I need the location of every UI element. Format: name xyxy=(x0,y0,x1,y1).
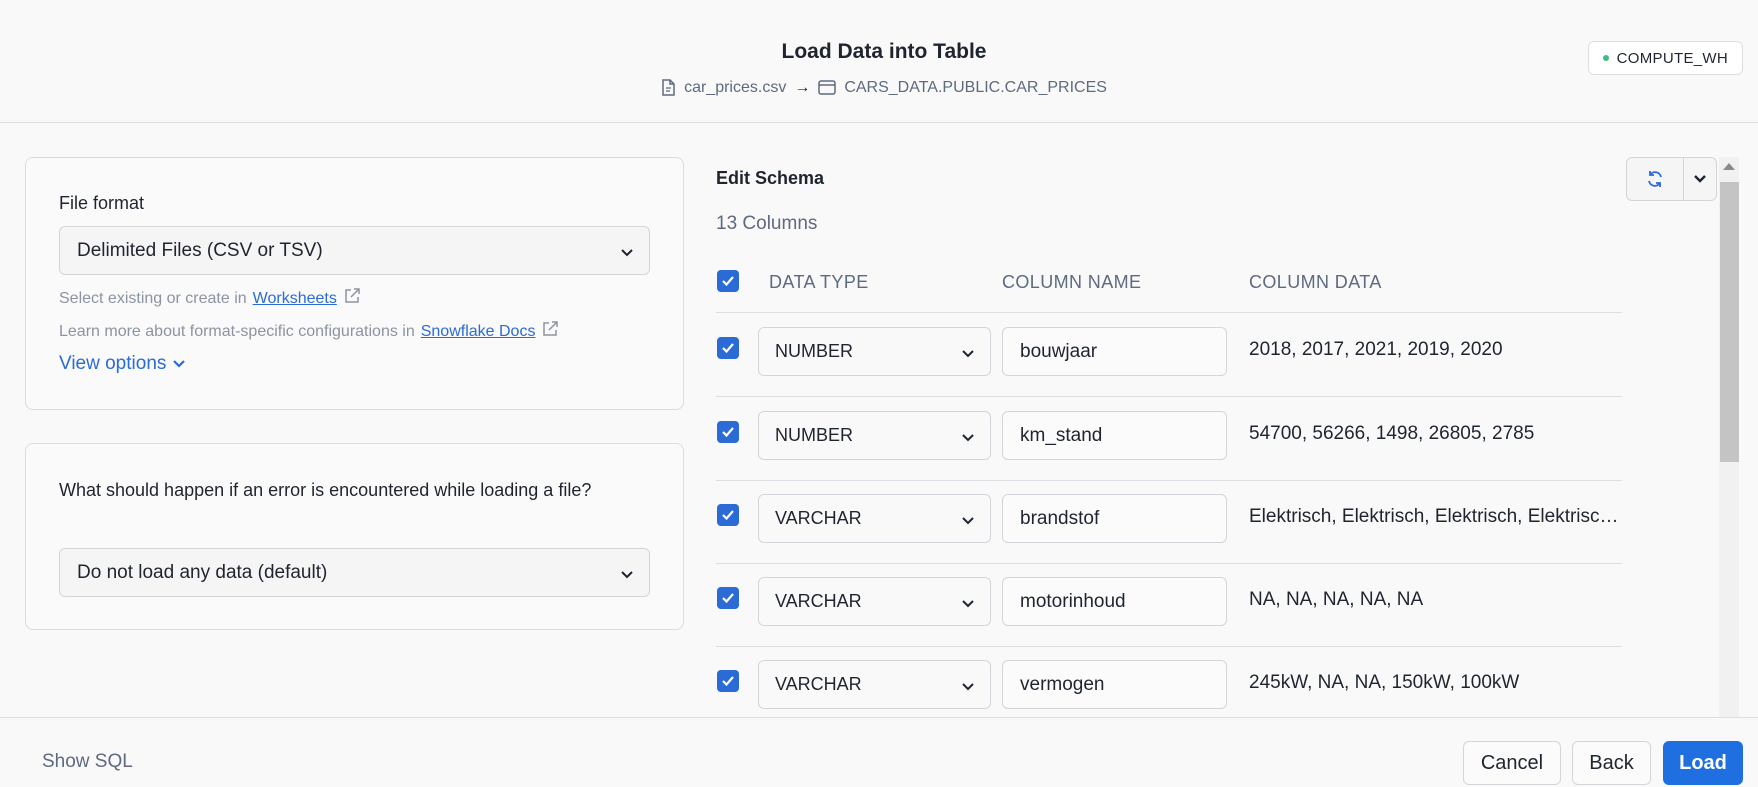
data-type-value: NUMBER xyxy=(775,425,854,445)
header: Load Data into Table car_prices.csv → CA… xyxy=(0,0,1758,123)
error-handling-question: What should happen if an error is encoun… xyxy=(59,480,592,500)
breadcrumb: car_prices.csv → CARS_DATA.PUBLIC.CAR_PR… xyxy=(0,79,1758,97)
column-name-input[interactable]: motorinhoud xyxy=(1002,577,1227,626)
column-name-input[interactable]: km_stand xyxy=(1002,411,1227,460)
row-checkbox[interactable] xyxy=(717,670,739,692)
row-checkbox[interactable] xyxy=(717,337,739,359)
data-type-select[interactable]: VARCHAR xyxy=(758,577,991,626)
refresh-button[interactable] xyxy=(1627,158,1684,200)
refresh-icon xyxy=(1648,171,1662,187)
chevron-down-icon xyxy=(619,565,635,587)
data-type-select[interactable]: NUMBER xyxy=(758,327,991,376)
schema-title: Edit Schema xyxy=(716,168,825,188)
chevron-down-icon xyxy=(619,243,635,265)
table-row: NUMBER bouwjaar 2018, 2017, 2021, 2019, 20… xyxy=(716,313,1622,397)
column-name-input[interactable]: bouwjaar xyxy=(1002,327,1227,376)
schema-actions xyxy=(1626,157,1717,201)
chevron-down-icon xyxy=(960,511,976,532)
snowflake-docs-link[interactable]: Snowflake Docs xyxy=(421,323,536,341)
data-type-value: NUMBER xyxy=(775,341,854,361)
checkmark-icon xyxy=(722,676,734,687)
status-dot-icon xyxy=(1602,55,1609,61)
checkmark-icon xyxy=(722,510,734,521)
target-table-name: CARS_DATA.PUBLIC.CAR_PRICES xyxy=(844,79,1107,96)
column-name-input[interactable]: vermogen xyxy=(1002,660,1227,709)
column-data-preview: 54700, 56266, 1498, 26805, 2785 xyxy=(1249,423,1535,444)
schema-menu-button[interactable] xyxy=(1684,158,1716,200)
file-format-select[interactable]: Delimited Files (CSV or TSV) xyxy=(59,226,650,275)
checkmark-icon xyxy=(722,593,734,604)
view-options-label: View options xyxy=(59,353,167,374)
helper-text: Select existing or create in xyxy=(59,289,247,307)
data-type-value: VARCHAR xyxy=(775,508,862,528)
column-data-preview: 2018, 2017, 2021, 2019, 2020 xyxy=(1249,339,1503,360)
show-sql-button[interactable]: Show SQL xyxy=(42,751,133,773)
checkmark-icon xyxy=(722,343,734,354)
data-type-select[interactable]: VARCHAR xyxy=(758,660,991,709)
scroll-up-arrow-icon[interactable] xyxy=(1723,163,1735,170)
docs-helper: Learn more about format-specific configu… xyxy=(59,320,559,343)
arrow-right-icon: → xyxy=(794,79,811,96)
header-data-type: DATA TYPE xyxy=(769,272,869,292)
warehouse-name: COMPUTE_WH xyxy=(1616,49,1728,67)
worksheets-helper: Select existing or create in Worksheets xyxy=(59,287,361,310)
load-button[interactable]: Load xyxy=(1663,741,1743,785)
chevron-down-icon xyxy=(1694,175,1706,183)
schema-table-header: DATA TYPE COLUMN NAME COLUMN DATA xyxy=(716,264,1622,313)
error-handling-select[interactable]: Do not load any data (default) xyxy=(59,548,650,597)
row-checkbox[interactable] xyxy=(717,421,739,443)
table-icon xyxy=(818,79,837,97)
file-format-value: Delimited Files (CSV or TSV) xyxy=(77,239,323,261)
chevron-down-icon xyxy=(960,344,976,365)
external-link-icon[interactable] xyxy=(343,287,361,310)
chevron-down-icon xyxy=(960,594,976,615)
column-count: 13 Columns xyxy=(716,213,818,234)
row-checkbox[interactable] xyxy=(717,504,739,526)
helper-text: Learn more about format-specific configu… xyxy=(59,322,415,340)
file-icon xyxy=(661,79,676,97)
row-checkbox[interactable] xyxy=(717,587,739,609)
error-handling-value: Do not load any data (default) xyxy=(77,561,328,583)
external-link-icon[interactable] xyxy=(541,320,559,343)
checkmark-icon xyxy=(722,276,734,287)
file-format-label: File format xyxy=(59,193,145,213)
data-type-select[interactable]: NUMBER xyxy=(758,411,991,460)
chevron-down-icon xyxy=(960,428,976,449)
column-data-preview: NA, NA, NA, NA, NA xyxy=(1249,589,1424,610)
error-handling-card: What should happen if an error is encoun… xyxy=(25,443,684,630)
data-type-value: VARCHAR xyxy=(775,674,862,694)
column-data-preview: 245kW, NA, NA, 150kW, 100kW xyxy=(1249,672,1520,693)
checkmark-icon xyxy=(722,427,734,438)
worksheets-link[interactable]: Worksheets xyxy=(253,290,337,308)
table-row: VARCHAR motorinhoud NA, NA, NA, NA, NA xyxy=(716,563,1622,647)
source-file-name: car_prices.csv xyxy=(684,79,787,96)
data-type-value: VARCHAR xyxy=(775,591,862,611)
warehouse-selector[interactable]: COMPUTE_WH xyxy=(1587,41,1743,75)
page-title: Load Data into Table xyxy=(781,40,987,63)
file-format-card: File format Delimited Files (CSV or TSV)… xyxy=(25,157,684,410)
column-name-input[interactable]: brandstof xyxy=(1002,494,1227,543)
cancel-button[interactable]: Cancel xyxy=(1463,741,1561,785)
chevron-down-icon xyxy=(172,353,186,375)
column-data-preview: Elektrisch, Elektrisch, Elektrisch, Elek… xyxy=(1249,506,1619,527)
table-row: NUMBER km_stand 54700, 56266, 1498, 26805,… xyxy=(716,397,1622,481)
footer: Show SQL Cancel Back Load xyxy=(0,717,1758,787)
header-column-data: COLUMN DATA xyxy=(1249,272,1382,292)
view-options-toggle[interactable]: View options xyxy=(59,353,186,375)
data-type-select[interactable]: VARCHAR xyxy=(758,494,991,543)
scrollbar-thumb[interactable] xyxy=(1720,182,1739,462)
select-all-checkbox[interactable] xyxy=(717,270,739,292)
back-button[interactable]: Back xyxy=(1572,741,1651,785)
header-column-name: COLUMN NAME xyxy=(1002,272,1142,292)
chevron-down-icon xyxy=(960,677,976,698)
table-row: VARCHAR brandstof Elektrisch, Elektrisch, … xyxy=(716,480,1622,564)
